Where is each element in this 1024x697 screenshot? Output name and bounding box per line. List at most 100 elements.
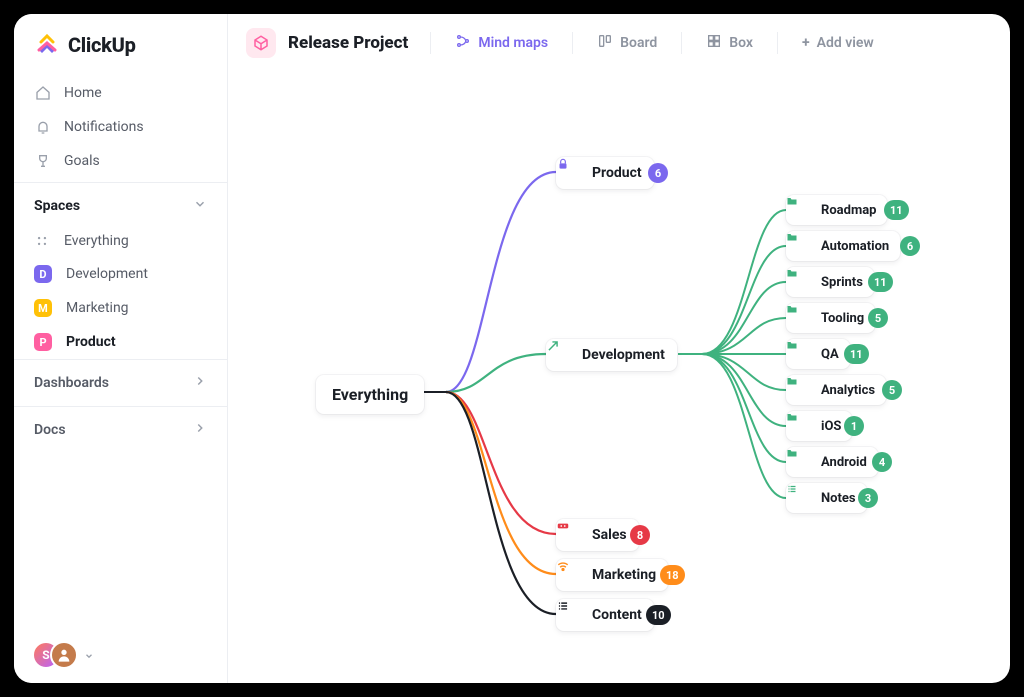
project-icon bbox=[246, 28, 276, 58]
sidebar-item-product[interactable]: P Product bbox=[14, 325, 227, 359]
mindmap-subnode[interactable]: Analytics bbox=[786, 375, 886, 405]
count-badge: 5 bbox=[882, 380, 902, 400]
mindmap-icon bbox=[455, 33, 471, 53]
space-avatar: P bbox=[34, 333, 52, 351]
mindmap-subnode[interactable]: Sprints bbox=[786, 267, 874, 297]
tab-mindmaps[interactable]: Mind maps bbox=[453, 29, 550, 57]
trophy-icon bbox=[34, 152, 52, 170]
project-title: Release Project bbox=[288, 33, 408, 53]
sidebar-item-label: Product bbox=[66, 334, 116, 350]
spaces-header[interactable]: Spaces bbox=[14, 183, 227, 225]
tab-box[interactable]: Box bbox=[704, 29, 755, 57]
folder-icon bbox=[797, 346, 813, 362]
node-label: Development bbox=[582, 347, 665, 363]
add-view-button[interactable]: + Add view bbox=[800, 31, 876, 55]
app-name: ClickUp bbox=[68, 33, 136, 57]
count-badge: 5 bbox=[868, 308, 888, 328]
logo[interactable]: ClickUp bbox=[14, 14, 227, 72]
clickup-logo-icon bbox=[34, 32, 60, 58]
app-window: ClickUp Home Notifications Goals bbox=[14, 14, 1010, 683]
nav-goals[interactable]: Goals bbox=[20, 144, 221, 178]
node-label: Everything bbox=[332, 385, 408, 404]
mindmap-subnode[interactable]: Automation bbox=[786, 231, 900, 261]
chevron-down-icon bbox=[84, 646, 94, 665]
mindmap-node-development[interactable]: Development bbox=[546, 339, 677, 371]
sidebar-item-development[interactable]: D Development bbox=[14, 257, 227, 291]
folder-icon bbox=[797, 238, 813, 254]
folder-icon bbox=[797, 310, 813, 326]
tab-board[interactable]: Board bbox=[595, 29, 659, 57]
count-badge: 1 bbox=[844, 416, 864, 436]
grid-dots-icon bbox=[34, 233, 50, 249]
wifi-icon bbox=[568, 567, 584, 583]
home-icon bbox=[34, 84, 52, 102]
space-avatar: M bbox=[34, 299, 52, 317]
node-label: Android bbox=[821, 455, 867, 470]
node-label: Tooling bbox=[821, 311, 864, 326]
tab-label: Board bbox=[620, 35, 657, 51]
count-badge: 11 bbox=[868, 272, 893, 292]
plus-icon: + bbox=[802, 35, 810, 51]
count-badge: 6 bbox=[648, 163, 668, 183]
mindmap-node-product[interactable]: Product bbox=[556, 157, 654, 189]
mindmap-subnode[interactable]: Roadmap bbox=[786, 195, 887, 225]
view-tabs: Mind maps Board Box + Add view bbox=[430, 29, 875, 57]
folder-icon bbox=[797, 418, 813, 434]
sidebar-item-label: Marketing bbox=[66, 300, 129, 316]
count-badge: 11 bbox=[844, 344, 869, 364]
sidebar-docs[interactable]: Docs bbox=[14, 406, 227, 453]
tab-label: Mind maps bbox=[478, 35, 548, 51]
sidebar-item-marketing[interactable]: M Marketing bbox=[14, 291, 227, 325]
node-label: Notes bbox=[821, 491, 856, 506]
node-label: Content bbox=[592, 607, 642, 623]
main-area: Release Project Mind maps Board Box bbox=[228, 14, 1010, 683]
folder-icon bbox=[797, 454, 813, 470]
count-badge: 10 bbox=[646, 605, 671, 625]
mindmap-subnode[interactable]: Tooling bbox=[786, 303, 875, 333]
folder-icon bbox=[797, 202, 813, 218]
count-badge: 4 bbox=[872, 452, 892, 472]
nav-label: Goals bbox=[64, 153, 100, 169]
box-icon bbox=[706, 33, 722, 53]
mindmap-subnode[interactable]: Notes bbox=[786, 483, 867, 513]
folder-icon bbox=[797, 382, 813, 398]
spaces-section: Spaces Everything D Development M Market… bbox=[14, 182, 227, 359]
nav-home[interactable]: Home bbox=[20, 76, 221, 110]
count-badge: 3 bbox=[858, 488, 878, 508]
list-icon bbox=[568, 607, 584, 623]
user-avatars[interactable]: S bbox=[14, 627, 227, 683]
folder-icon bbox=[797, 274, 813, 290]
nav-notifications[interactable]: Notifications bbox=[20, 110, 221, 144]
mindmap-canvas[interactable]: Everything Product 6 Development Sales 8 bbox=[228, 72, 1010, 683]
count-badge: 11 bbox=[884, 200, 909, 220]
section-label: Dashboards bbox=[34, 375, 109, 391]
sidebar-dashboards[interactable]: Dashboards bbox=[14, 359, 227, 406]
node-label: Roadmap bbox=[821, 203, 876, 218]
sidebar: ClickUp Home Notifications Goals bbox=[14, 14, 228, 683]
mindmap-subnode[interactable]: iOS bbox=[786, 411, 852, 441]
mindmap-node-marketing[interactable]: Marketing bbox=[556, 559, 668, 591]
nav-label: Home bbox=[64, 85, 102, 101]
chevron-right-icon bbox=[193, 374, 207, 392]
section-label: Docs bbox=[34, 422, 66, 438]
lock-icon bbox=[568, 165, 584, 181]
tab-label: Box bbox=[729, 35, 753, 51]
node-label: Marketing bbox=[592, 567, 656, 583]
mindmap-subnode[interactable]: QA bbox=[786, 339, 850, 369]
mindmap-node-sales[interactable]: Sales bbox=[556, 519, 639, 551]
primary-nav: Home Notifications Goals bbox=[14, 72, 227, 182]
nav-label: Notifications bbox=[64, 119, 144, 135]
avatar bbox=[50, 641, 78, 669]
board-icon bbox=[597, 33, 613, 53]
mindmap-subnode[interactable]: Android bbox=[786, 447, 878, 477]
sidebar-item-everything[interactable]: Everything bbox=[14, 225, 227, 257]
mindmap-node-content[interactable]: Content bbox=[556, 599, 654, 631]
arrow-icon bbox=[558, 347, 574, 363]
tab-label: Add view bbox=[817, 35, 874, 51]
sidebar-item-label: Everything bbox=[64, 233, 129, 249]
mindmap-node-root[interactable]: Everything bbox=[316, 375, 424, 414]
bell-icon bbox=[34, 118, 52, 136]
node-label: QA bbox=[821, 347, 839, 362]
node-label: Automation bbox=[821, 239, 889, 254]
node-label: Analytics bbox=[821, 383, 875, 398]
